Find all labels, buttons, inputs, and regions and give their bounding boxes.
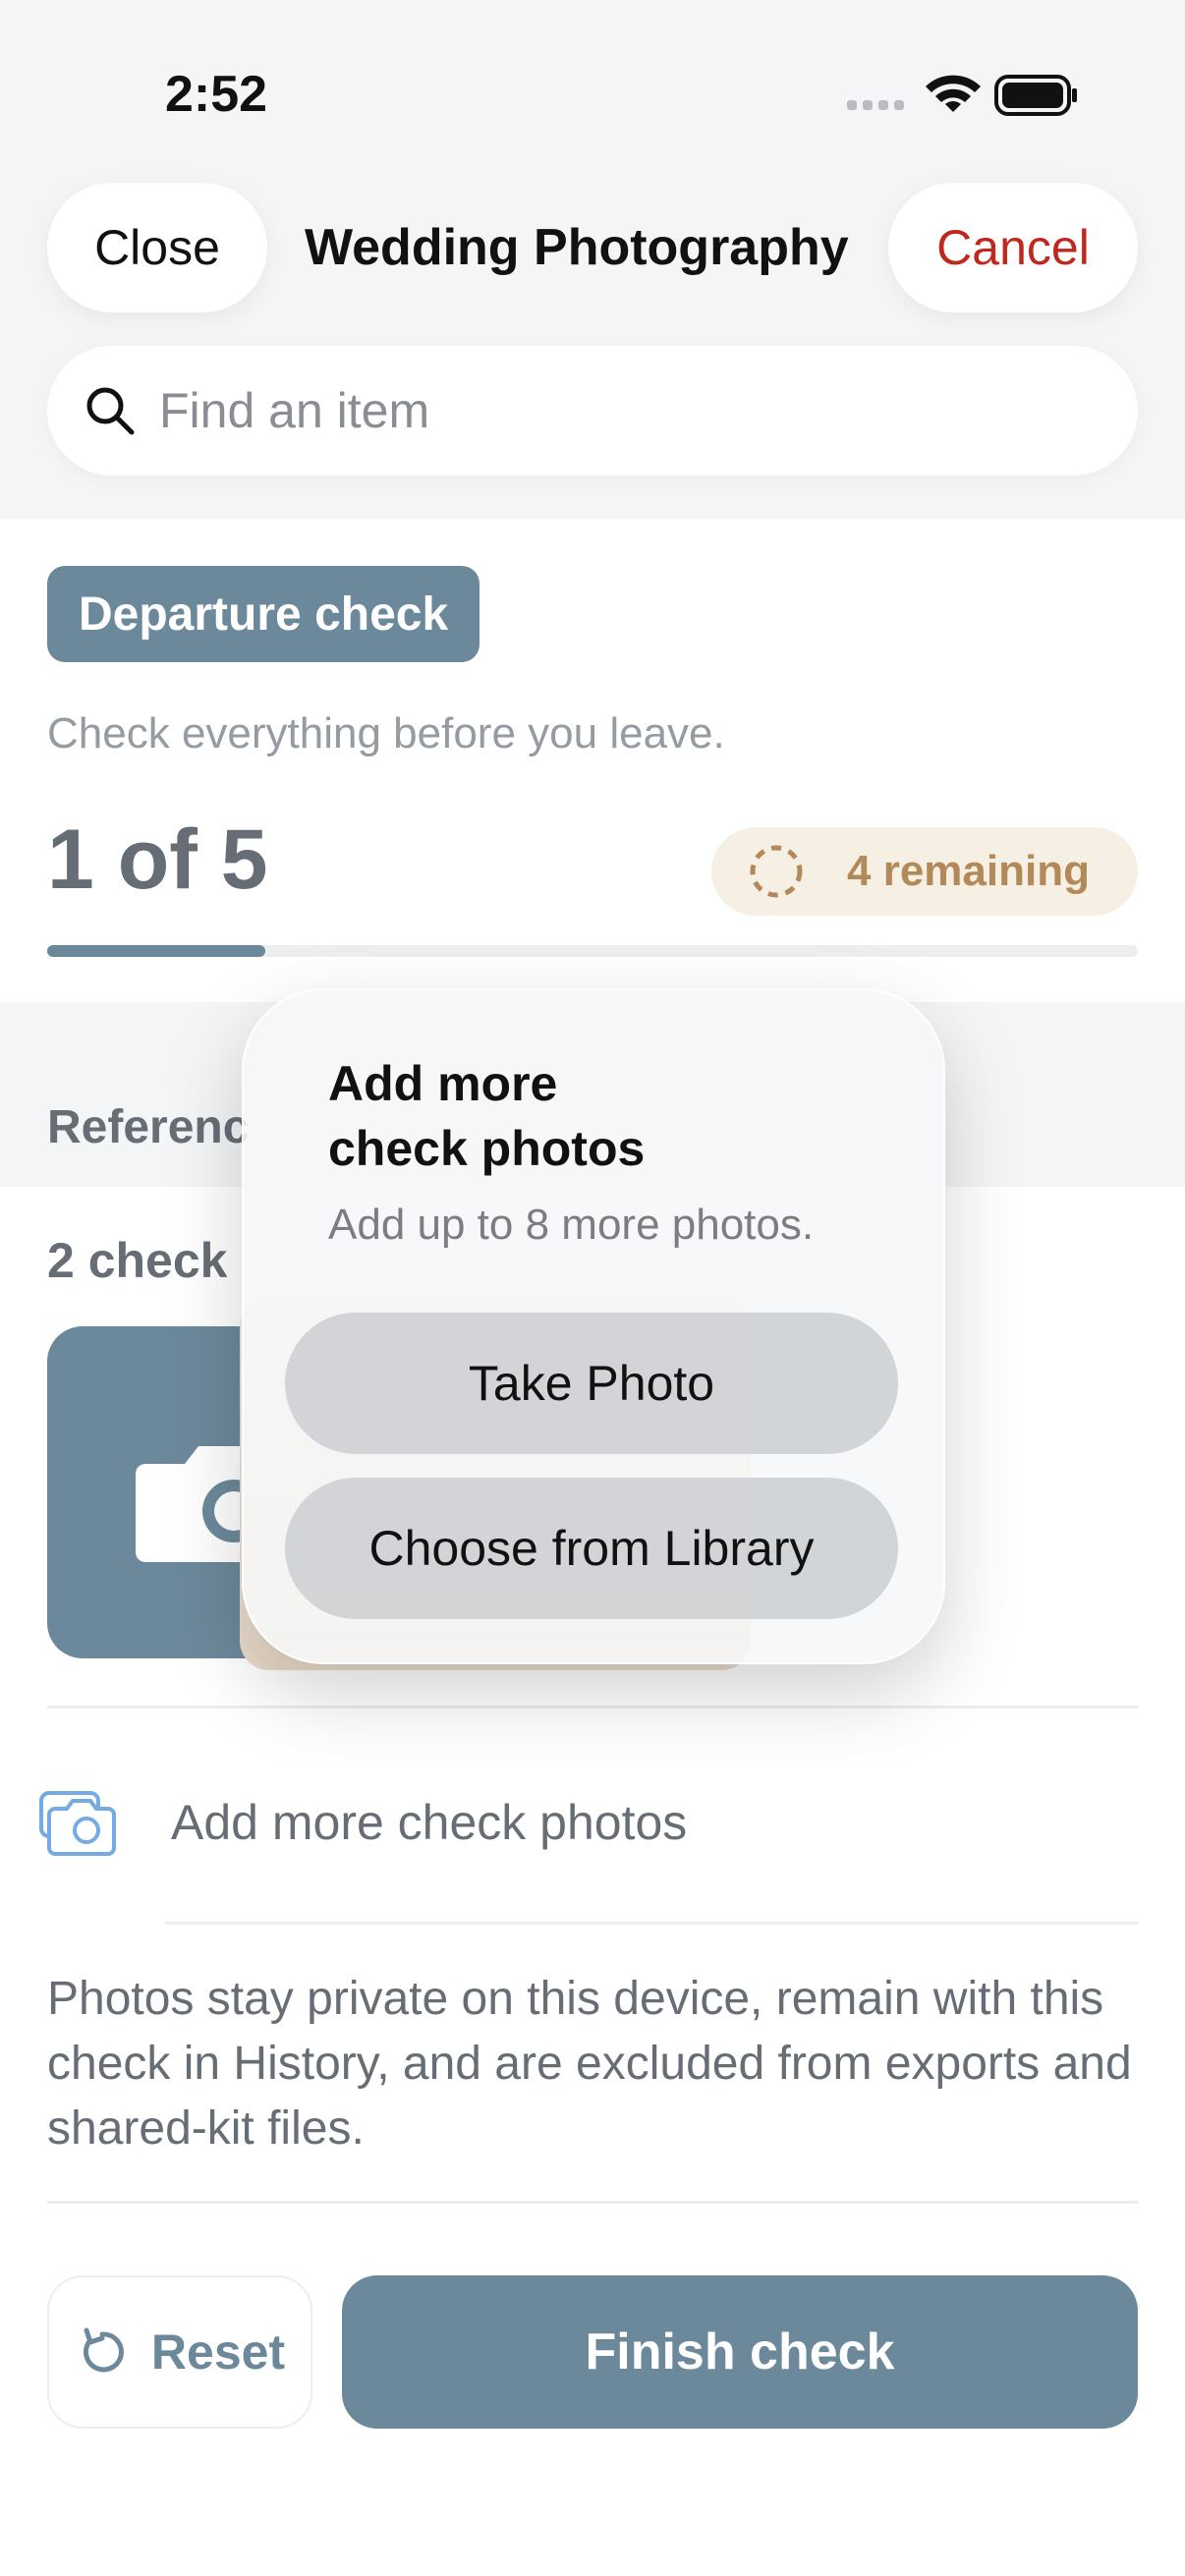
status-icons [847,75,1077,116]
choose-from-library-button[interactable]: Choose from Library [285,1478,898,1619]
wifi-icon [926,75,981,112]
popover-title-line2: check photos [328,1121,646,1176]
close-button[interactable]: Close [47,183,267,312]
popover-title: Add more check photos [328,1051,878,1181]
status-time: 2:52 [165,66,268,123]
search-icon [86,387,135,435]
signal-icon [847,100,904,110]
battery-icon [994,75,1077,116]
search-input[interactable]: Find an item [47,346,1138,476]
popover-subtitle: Add up to 8 more photos. [328,1201,815,1249]
search-placeholder: Find an item [159,383,430,438]
popover-title-line1: Add more [328,1056,558,1111]
take-photo-button[interactable]: Take Photo [285,1313,898,1454]
cancel-button[interactable]: Cancel [888,183,1138,312]
page-title: Wedding Photography [305,219,849,276]
